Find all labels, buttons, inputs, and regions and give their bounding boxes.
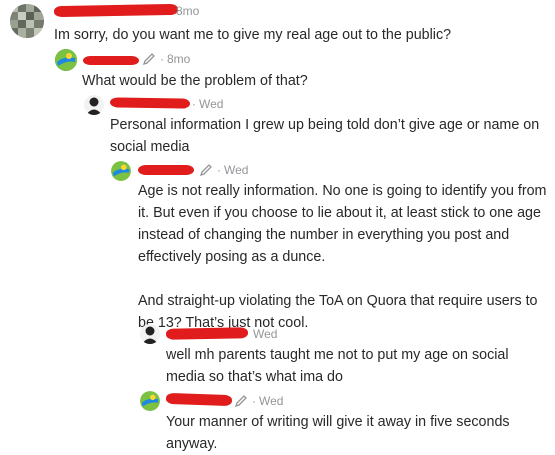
comment-text: Age is not really information. No one is…: [138, 183, 547, 331]
separator-dot: ·: [217, 163, 221, 177]
redacted-username: [138, 165, 194, 175]
comment-meta: Wed: [253, 327, 277, 341]
redacted-username: [165, 327, 249, 340]
redacted-username: [165, 392, 233, 407]
comment-meta: 8mo: [176, 4, 199, 18]
separator-dot: ·: [192, 97, 196, 111]
timestamp: Wed: [259, 394, 284, 408]
silhouette-avatar-icon[interactable]: [84, 95, 104, 115]
comment-text: What would be the problem of that?: [82, 73, 308, 89]
comment-text: well mh parents taught me not to put my …: [166, 347, 509, 385]
pencil-icon: [142, 52, 156, 66]
redacted-username: [53, 3, 179, 18]
redacted-username: [83, 56, 139, 65]
silhouette-avatar-icon[interactable]: [140, 324, 160, 344]
timestamp: Wed: [224, 163, 249, 177]
timestamp: Wed: [253, 327, 278, 341]
redacted-username: [109, 97, 191, 109]
comment-meta: · Wed: [190, 97, 223, 111]
comment-text: Personal information I grew up being tol…: [110, 117, 540, 155]
pencil-icon: [199, 163, 213, 177]
separator-dot: ·: [160, 52, 164, 66]
comment-meta: · Wed: [234, 394, 283, 408]
comment-text: Im sorry, do you want me to give my real…: [54, 27, 452, 43]
separator-dot: ·: [252, 394, 256, 408]
timestamp: 8mo: [167, 52, 191, 66]
timestamp: 8mo: [176, 4, 200, 18]
pixel-art-avatar-icon[interactable]: [10, 4, 44, 38]
comment-meta: · Wed: [199, 163, 248, 177]
pencil-icon: [234, 394, 248, 408]
comment-text: Your manner of writing will give it away…: [166, 414, 510, 452]
globe-icon[interactable]: [140, 391, 160, 411]
timestamp: Wed: [199, 97, 224, 111]
globe-icon[interactable]: [111, 161, 131, 181]
globe-icon[interactable]: [55, 49, 77, 71]
comment-meta: · 8mo: [142, 52, 190, 66]
